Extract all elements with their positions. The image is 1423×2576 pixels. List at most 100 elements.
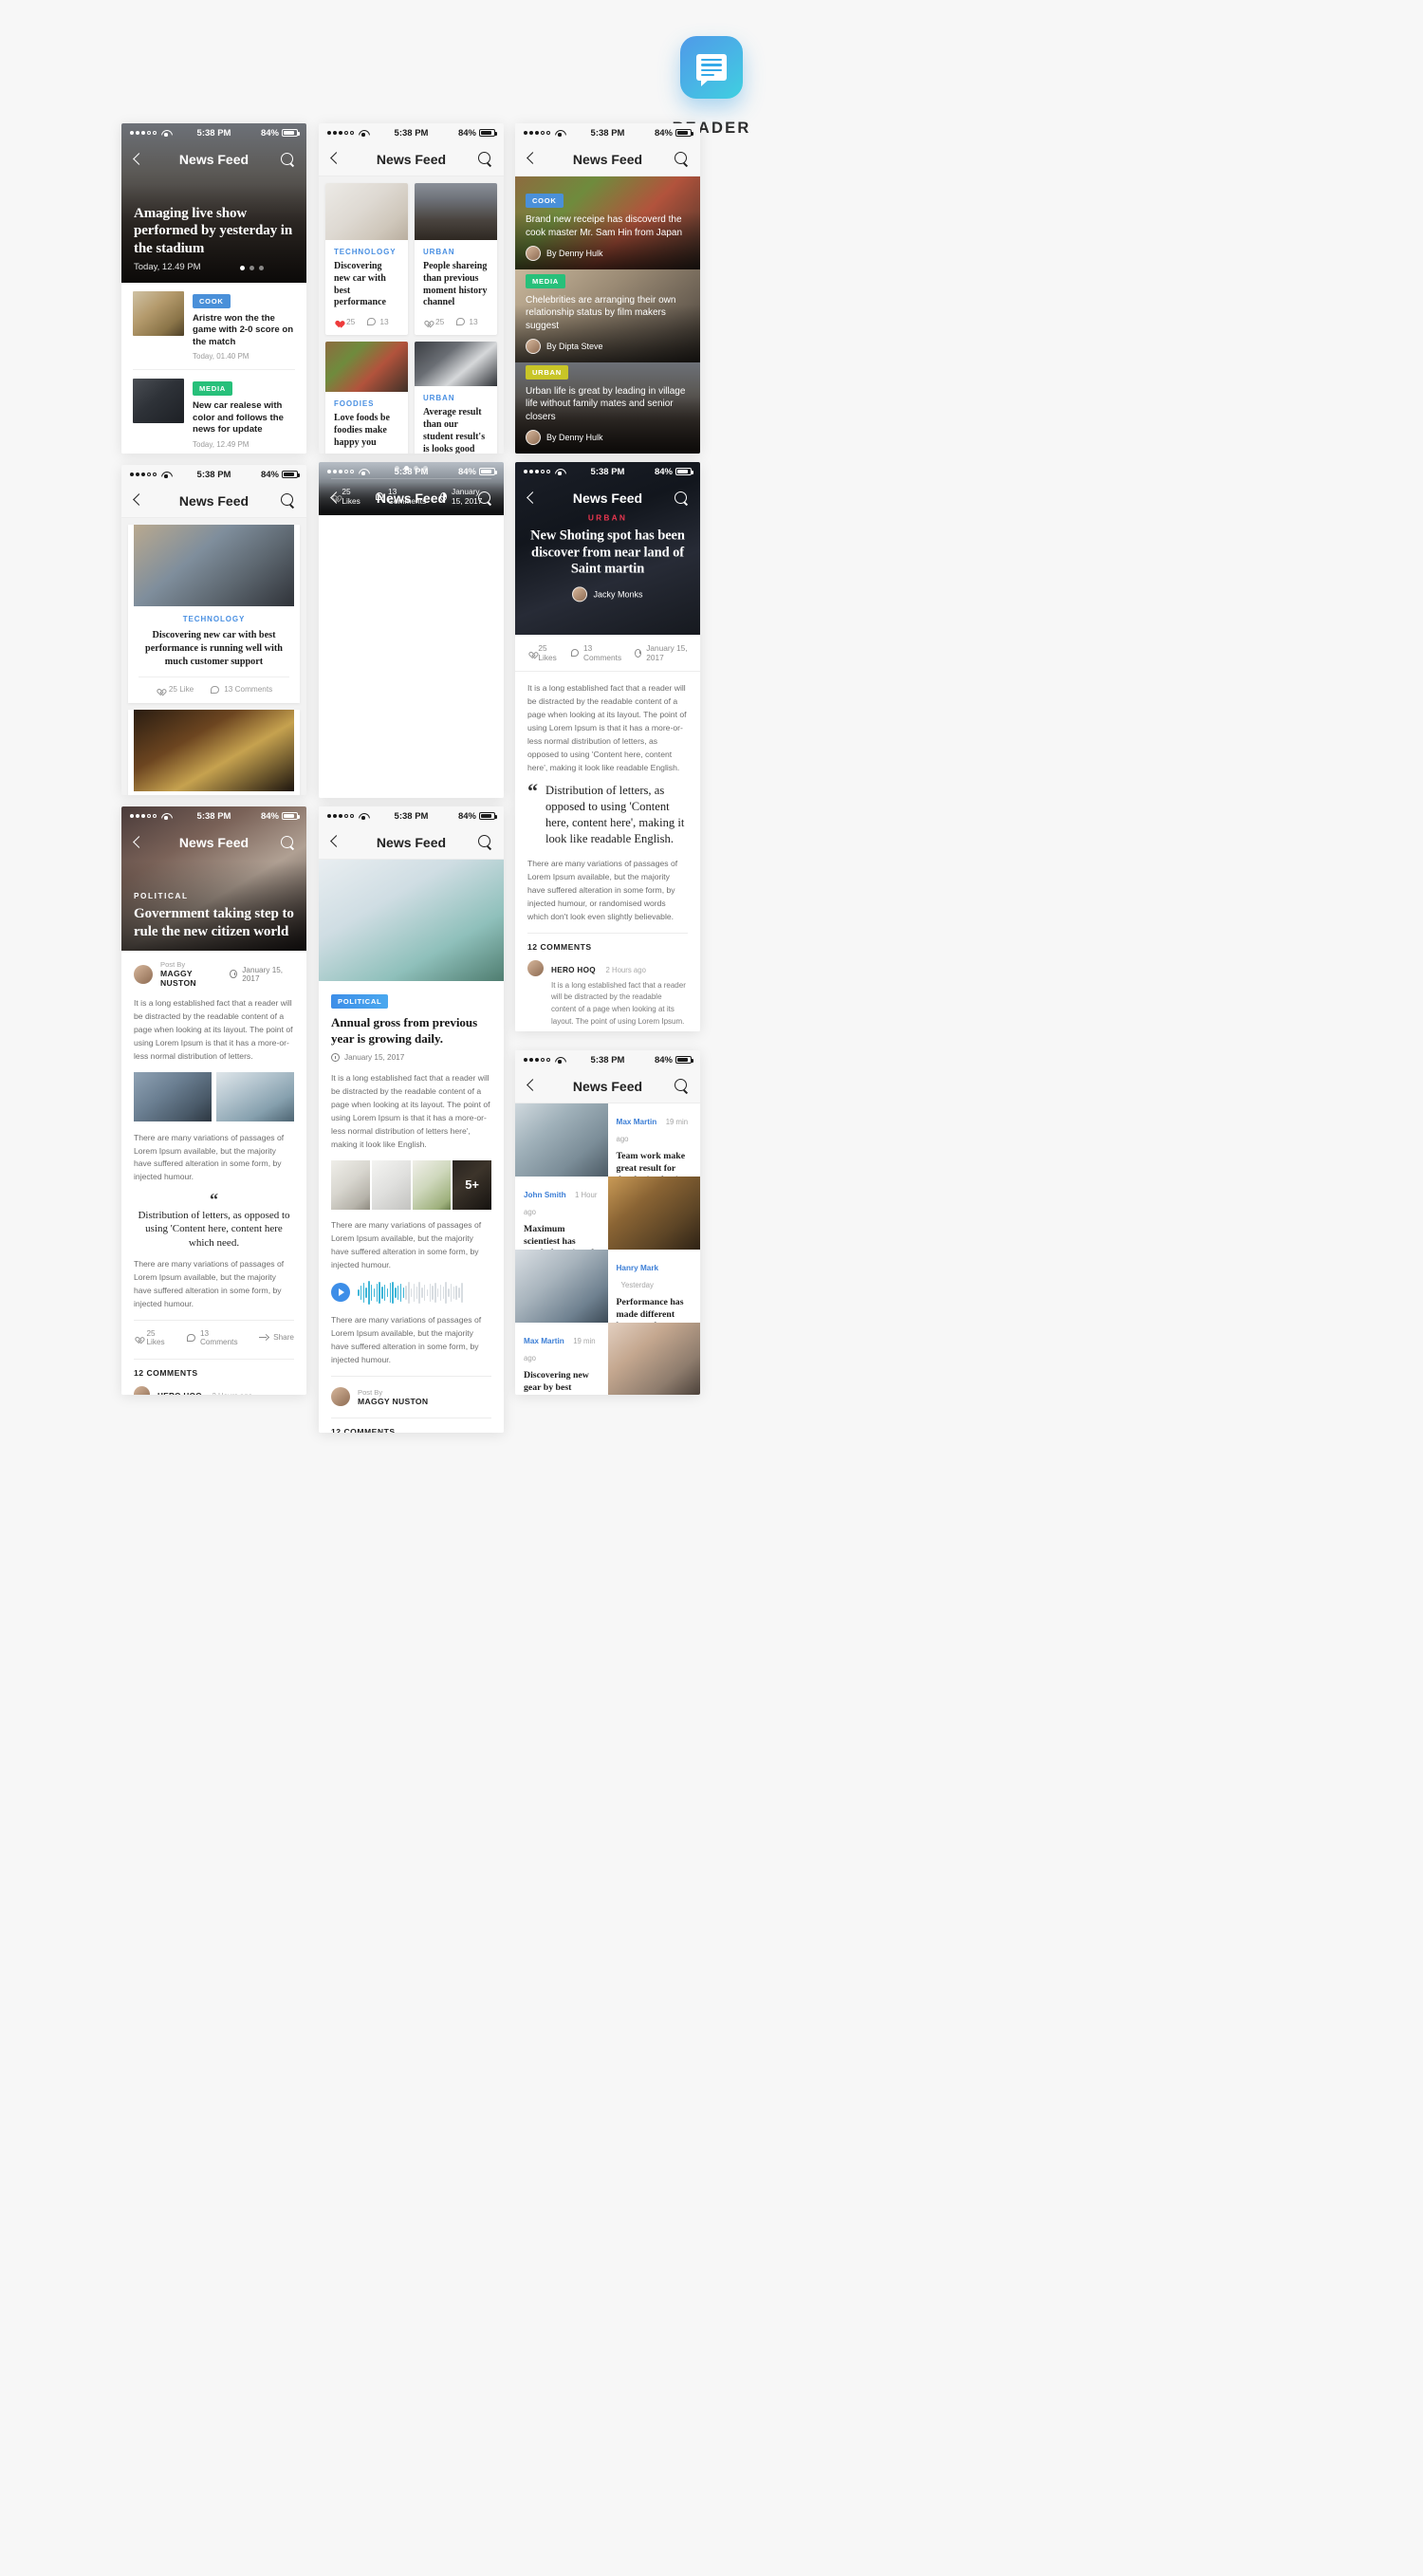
image-gallery[interactable]: 5+ <box>319 1159 504 1219</box>
carousel-dots[interactable] <box>240 266 264 270</box>
search-icon[interactable] <box>675 491 689 506</box>
card-body: TECHNOLOGY Discovering new car with best… <box>325 240 408 335</box>
quote-text: Distribution of letters, as opposed to u… <box>138 1209 290 1250</box>
search-icon[interactable] <box>281 835 295 850</box>
search-icon[interactable] <box>478 835 492 849</box>
comment-meta[interactable]: 13 Comments <box>211 685 272 694</box>
phone-1-hero-overlay[interactable]: Amaging live show performed by yesterday… <box>121 205 306 283</box>
hero-title: Amaging live show performed by yesterday… <box>134 206 293 256</box>
masonry-column-left: TECHNOLOGY Discovering new car with best… <box>325 183 408 454</box>
comments-heading: 12 COMMENTS <box>527 941 592 952</box>
gallery-image[interactable] <box>331 1159 370 1210</box>
list-item-time: Today, 12.49 PM <box>193 439 249 449</box>
search-icon[interactable] <box>478 152 492 166</box>
article-card[interactable]: TECHNOLOGY Discovering new car with best… <box>325 183 408 336</box>
article-card[interactable]: TECHNOLOGY Discovering new car with best… <box>128 525 300 704</box>
search-icon[interactable] <box>675 1079 689 1093</box>
card-category[interactable]: URBAN <box>423 248 489 256</box>
grid-text-cell[interactable]: Max Martin 19 min ago Discovering new ge… <box>515 1323 608 1395</box>
author-name[interactable]: John Smith <box>524 1191 566 1199</box>
back-chevron-icon[interactable] <box>527 152 535 166</box>
comment-count: 13 Comments <box>224 685 273 695</box>
grid-image-cell[interactable] <box>607 1323 700 1395</box>
avatar <box>526 246 541 261</box>
like-meta[interactable]: 25 <box>334 317 355 326</box>
play-button[interactable] <box>331 1283 350 1303</box>
inline-image <box>216 1071 294 1121</box>
grid-image-cell[interactable] <box>607 1177 700 1250</box>
back-chevron-icon[interactable] <box>330 152 339 166</box>
card-category[interactable]: URBAN <box>423 394 489 402</box>
status-bar: 5:38 PM 84% <box>319 806 504 825</box>
search-icon[interactable] <box>281 493 295 508</box>
status-badge: POLITICAL <box>331 994 389 1009</box>
card-image <box>415 342 497 387</box>
back-chevron-icon[interactable] <box>527 491 535 506</box>
gallery-more-count[interactable]: 5+ <box>453 1159 491 1210</box>
article-date: January 15, 2017 <box>646 643 688 662</box>
card-body: URBAN Average result than our student re… <box>415 386 497 454</box>
card-category[interactable]: FOODIES <box>334 399 399 408</box>
author-name[interactable]: Hanry Mark <box>617 1264 659 1272</box>
card-category[interactable]: TECHNOLOGY <box>139 615 289 623</box>
feature-card[interactable]: COOK Brand new receipe has discoverd the… <box>515 176 700 269</box>
grid-text-cell[interactable]: Hanry Mark Yesterday Performance has mad… <box>608 1250 701 1373</box>
comment-meta[interactable]: 13 Comments <box>571 643 622 662</box>
phone-3-screen: 5:38 PM 84% News Feed COOK Brand new rec… <box>515 123 700 454</box>
article-card[interactable]: FOODIES Love foods be foodies make happy… <box>325 342 408 454</box>
comment-meta[interactable]: 13 Comments <box>376 487 427 506</box>
gallery-image[interactable]: 5+ <box>453 1159 491 1210</box>
back-chevron-icon[interactable] <box>330 835 339 849</box>
status-time: 5:38 PM <box>590 127 625 139</box>
author-name[interactable]: Max Martin <box>524 1337 564 1345</box>
list-item[interactable]: MEDIA New car realese with color and fol… <box>121 370 306 454</box>
feature-card[interactable]: URBAN Urban life is great by leading in … <box>515 362 700 454</box>
article-paragraph: There are many variations of passages of… <box>527 858 678 921</box>
phone-5-screen: 5:38 PM 84% News Feed 25 MIN AGO New Sho… <box>319 462 504 515</box>
article-card[interactable]: FOODIES Water lemon juice is good for he… <box>128 710 300 795</box>
search-icon[interactable] <box>478 491 492 506</box>
feature-title: Brand new receipe has discoverd the cook… <box>526 214 683 238</box>
search-icon[interactable] <box>675 152 689 166</box>
comment-icon <box>456 318 466 326</box>
like-meta[interactable]: 25 <box>423 317 444 326</box>
comment-meta[interactable]: 13 <box>456 317 478 326</box>
gallery-image[interactable] <box>371 1159 411 1210</box>
status-badge: COOK <box>526 194 564 208</box>
like-count: 25 <box>435 317 445 327</box>
share-meta[interactable]: Share <box>259 1333 294 1342</box>
comment-author: HERO HOQ <box>551 965 596 974</box>
audio-player[interactable] <box>319 1280 504 1314</box>
article-paragraph: It is a long established fact that a rea… <box>527 683 687 772</box>
comment-meta[interactable]: 13 <box>367 317 389 326</box>
back-chevron-icon[interactable] <box>133 493 141 508</box>
waveform[interactable] <box>358 1280 491 1305</box>
comment-header: HERO HOQ 2 Hours ago <box>157 1386 294 1395</box>
feature-card[interactable]: MEDIA Chelebrities are arranging their o… <box>515 269 700 362</box>
phone-5-story-overlay: 25 MIN AGO New Shoting spot has been dis… <box>319 462 504 515</box>
comment-count: 13 Comments <box>582 643 622 662</box>
back-chevron-icon[interactable] <box>330 491 339 506</box>
grid-image-cell[interactable] <box>515 1250 608 1323</box>
article-card[interactable]: URBAN Average result than our student re… <box>415 342 497 454</box>
grid-text-cell[interactable]: John Smith 1 Hour ago Maximum scientiest… <box>515 1177 608 1300</box>
status-time: 5:38 PM <box>590 466 625 477</box>
list-item[interactable]: COOK Aristre won the the game with 2-0 s… <box>121 283 306 369</box>
grid-text-cell[interactable]: Max Martin 19 min ago Team work make gre… <box>608 1103 701 1214</box>
battery-icon <box>675 129 693 137</box>
grid-image-cell[interactable] <box>515 1103 608 1177</box>
author-name[interactable]: Max Martin <box>617 1118 657 1126</box>
search-icon[interactable] <box>281 152 295 167</box>
gallery-image[interactable] <box>412 1159 452 1210</box>
back-chevron-icon[interactable] <box>527 1079 535 1093</box>
like-meta[interactable]: 25 Likes <box>134 1329 174 1346</box>
avatar <box>134 1385 150 1395</box>
comment-meta[interactable]: 13 Comments <box>187 1329 246 1346</box>
like-meta[interactable]: 25 Likes <box>527 643 559 662</box>
card-category[interactable]: TECHNOLOGY <box>334 248 399 256</box>
back-chevron-icon[interactable] <box>133 153 141 167</box>
like-meta[interactable]: 25 Like <box>156 685 194 694</box>
carousel-dots[interactable] <box>331 466 491 471</box>
article-card[interactable]: URBAN People shareing than previous mome… <box>415 183 497 336</box>
back-chevron-icon[interactable] <box>133 836 141 850</box>
